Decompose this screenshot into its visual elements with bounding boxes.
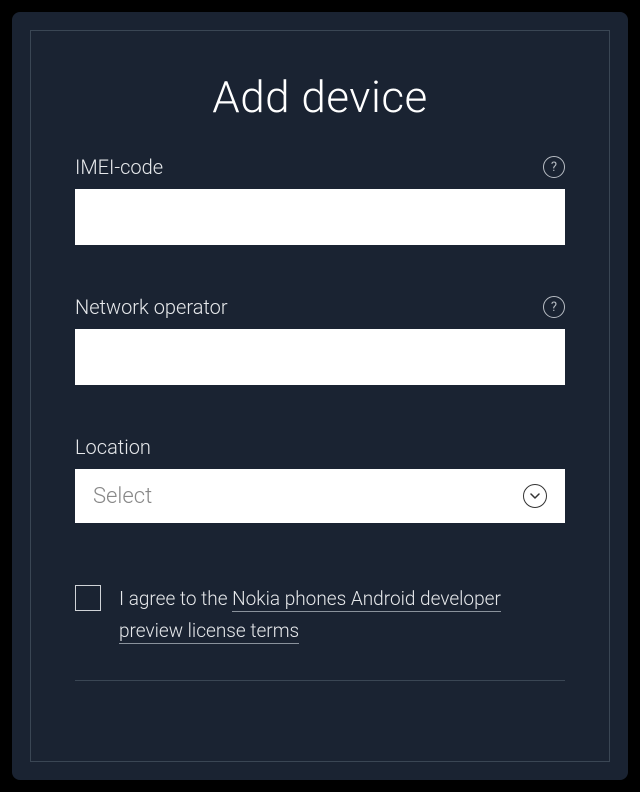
location-select[interactable]: Select <box>75 469 565 523</box>
agreement-checkbox[interactable] <box>75 585 101 611</box>
add-device-modal: Add device IMEI-code ? Network operator … <box>12 12 628 780</box>
agreement-row: I agree to the Nokia phones Android deve… <box>75 583 565 648</box>
operator-label: Network operator <box>75 295 228 319</box>
operator-field-group: Network operator ? <box>75 295 565 385</box>
modal-title: Add device <box>75 71 565 123</box>
location-field-group: Location Select <box>75 435 565 523</box>
divider <box>75 680 565 681</box>
location-label: Location <box>75 435 151 459</box>
help-icon[interactable]: ? <box>543 156 565 178</box>
imei-field-group: IMEI-code ? <box>75 155 565 245</box>
agreement-prefix: I agree to the <box>119 587 232 610</box>
imei-label: IMEI-code <box>75 155 163 179</box>
agreement-label: I agree to the Nokia phones Android deve… <box>119 583 565 648</box>
operator-input[interactable] <box>75 329 565 385</box>
help-icon[interactable]: ? <box>543 296 565 318</box>
location-placeholder: Select <box>75 469 565 523</box>
imei-input[interactable] <box>75 189 565 245</box>
